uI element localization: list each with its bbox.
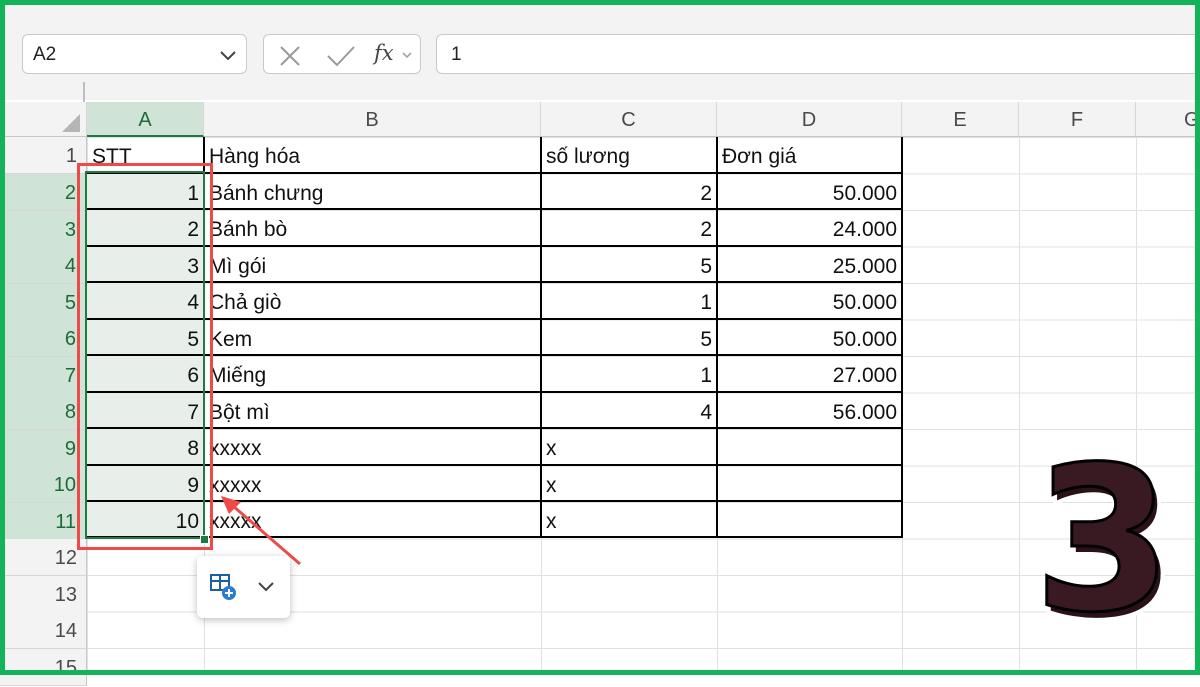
row-header-4[interactable]: 4 <box>0 247 87 284</box>
cell-hang-hoa[interactable]: Bột mì <box>204 393 540 429</box>
cell-hang-hoa[interactable]: Chả giò <box>204 283 540 319</box>
column-header-a[interactable]: A <box>87 102 204 137</box>
row-header-15[interactable]: 15 <box>0 649 87 686</box>
column-header-c[interactable]: C <box>541 102 717 137</box>
row-header-13[interactable]: 13 <box>0 576 87 613</box>
cell-don-gia[interactable]: 50.000 <box>717 283 901 319</box>
row-header-5[interactable]: 5 <box>0 284 87 321</box>
row-header-10[interactable]: 10 <box>0 466 87 503</box>
row-header-7[interactable]: 7 <box>0 357 87 394</box>
autofill-options-icon[interactable] <box>209 572 239 607</box>
cell-so-luong[interactable]: 1 <box>541 283 716 319</box>
row-header-6[interactable]: 6 <box>0 320 87 357</box>
cell-don-gia[interactable] <box>717 502 901 538</box>
gridline <box>1019 137 1020 675</box>
select-all-corner[interactable] <box>0 102 87 137</box>
autofill-options-button[interactable] <box>197 556 290 618</box>
cell-don-gia[interactable] <box>717 466 901 502</box>
cell-hang-hoa[interactable]: Kem <box>204 320 540 356</box>
column-header-e[interactable]: E <box>902 102 1019 137</box>
insert-function-icon[interactable]: fx <box>374 41 394 65</box>
table-border <box>901 137 903 538</box>
cell-so-luong[interactable]: x <box>541 466 716 502</box>
formula-input[interactable]: 1 <box>436 34 1200 74</box>
row-header-8[interactable]: 8 <box>0 393 87 430</box>
cell-b1[interactable]: Hàng hóa <box>204 137 540 173</box>
chevron-down-icon[interactable] <box>401 48 413 66</box>
formula-bar-area: A2 fx 1 <box>0 0 1200 102</box>
step-number-front: 3 <box>1045 455 1170 635</box>
formula-value: 1 <box>451 44 462 65</box>
column-header-b[interactable]: B <box>204 102 541 137</box>
cell-don-gia[interactable]: 56.000 <box>717 393 901 429</box>
cell-so-luong[interactable]: 5 <box>541 247 716 283</box>
row-header-3[interactable]: 3 <box>0 211 87 248</box>
cell-hang-hoa[interactable]: Miếng <box>204 356 540 392</box>
cell-don-gia[interactable]: 50.000 <box>717 174 901 210</box>
row-header-9[interactable]: 9 <box>0 430 87 467</box>
column-header-f[interactable]: F <box>1019 102 1136 137</box>
cell-so-luong[interactable]: 2 <box>541 210 716 246</box>
check-icon[interactable] <box>326 44 356 73</box>
row-header-1[interactable]: 1 <box>0 137 87 174</box>
row-header-2[interactable]: 2 <box>0 174 87 211</box>
cell-don-gia[interactable]: 50.000 <box>717 320 901 356</box>
cell-don-gia[interactable]: 24.000 <box>717 210 901 246</box>
column-header-d[interactable]: D <box>717 102 902 137</box>
formula-actions: fx <box>263 34 421 74</box>
cell-don-gia[interactable]: 25.000 <box>717 247 901 283</box>
cell-so-luong[interactable]: 1 <box>541 356 716 392</box>
row-header-11[interactable]: 11 <box>0 503 87 540</box>
cell-so-luong[interactable]: 2 <box>541 174 716 210</box>
name-box-value: A2 <box>33 44 57 65</box>
cell-hang-hoa[interactable]: Mì gói <box>204 247 540 283</box>
cell-don-gia[interactable] <box>717 429 901 465</box>
cell-c1[interactable]: số lương <box>541 137 716 173</box>
splitter[interactable] <box>83 82 85 102</box>
highlight-box <box>77 163 213 550</box>
cell-hang-hoa[interactable]: Bánh bò <box>204 210 540 246</box>
cell-so-luong[interactable]: x <box>541 502 716 538</box>
row-header-12[interactable]: 12 <box>0 539 87 576</box>
close-icon[interactable] <box>278 44 302 73</box>
name-box[interactable]: A2 <box>22 34 247 74</box>
cell-so-luong[interactable]: 5 <box>541 320 716 356</box>
chevron-down-icon[interactable] <box>257 577 275 600</box>
column-header-g[interactable]: G <box>1136 102 1200 137</box>
cell-hang-hoa[interactable]: xxxxx <box>204 429 540 465</box>
cell-so-luong[interactable]: x <box>541 429 716 465</box>
chevron-down-icon[interactable] <box>218 45 238 70</box>
cell-so-luong[interactable]: 4 <box>541 393 716 429</box>
cell-d1[interactable]: Đơn giá <box>717 137 901 173</box>
cell-don-gia[interactable]: 27.000 <box>717 356 901 392</box>
cell-hang-hoa[interactable]: Bánh chưng <box>204 174 540 210</box>
step-number-badge: 3 3 <box>1045 455 1170 635</box>
row-header-14[interactable]: 14 <box>0 612 87 649</box>
